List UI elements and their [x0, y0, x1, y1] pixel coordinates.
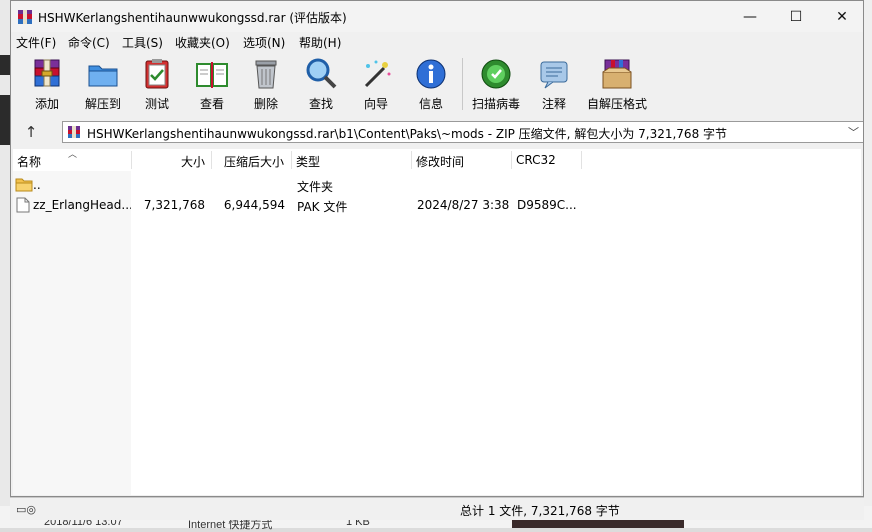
row-size: 7,321,768 [143, 198, 205, 212]
sfx-button[interactable]: 自解压格式 [584, 56, 650, 114]
row-name: .. [33, 178, 41, 192]
col-packed[interactable]: 压缩后大小 [224, 153, 284, 170]
delete-label: 删除 [253, 97, 278, 111]
menu-bar: 文件(F) 命令(C) 工具(S) 收藏夹(O) 选项(N) 帮助(H) [11, 32, 863, 52]
col-crc[interactable]: CRC32 [516, 153, 556, 167]
row-type: 文件夹 [297, 180, 334, 194]
col-type[interactable]: 类型 [296, 153, 320, 170]
sfx-label: 自解压格式 [586, 97, 647, 111]
drive-icon[interactable]: ▭◎ [16, 503, 36, 516]
row-modified: 2024/8/27 3:38 [417, 198, 510, 212]
menu-options[interactable]: 选项(N) [243, 34, 285, 51]
magnifier-icon [306, 58, 337, 89]
column-divider[interactable] [581, 151, 582, 169]
winrar-app-icon [18, 10, 32, 24]
column-divider[interactable] [411, 151, 412, 169]
sfx-box-icon [602, 59, 632, 89]
wizard-wand-icon [364, 60, 391, 88]
find-label: 查找 [308, 97, 333, 111]
wizard-button[interactable]: 向导 [350, 56, 402, 114]
menu-help[interactable]: 帮助(H) [299, 34, 341, 51]
column-divider[interactable] [291, 151, 292, 169]
status-text: 总计 1 文件, 7,321,768 字节 [460, 504, 620, 518]
col-size[interactable]: 大小 [181, 153, 205, 170]
address-bar: ↑ HSHWKerlangshentihaunwwukongssd.rar\b1… [11, 118, 863, 146]
status-bar: ▭◎ 总计 1 文件, 7,321,768 字节 [10, 497, 864, 520]
path-field[interactable]: HSHWKerlangshentihaunwwukongssd.rar\b1\C… [62, 121, 863, 143]
virus-scan-button[interactable]: 扫描病毒 [468, 56, 524, 114]
close-button[interactable]: ✕ [819, 1, 863, 32]
extract-to-label: 解压到 [84, 97, 121, 111]
column-divider[interactable] [131, 151, 132, 169]
comment-button[interactable]: 注释 [528, 56, 580, 114]
file-icon [16, 197, 30, 213]
maximize-button[interactable]: ☐ [773, 1, 819, 32]
view-button[interactable]: 查看 [186, 56, 238, 114]
column-divider[interactable] [211, 151, 212, 169]
col-modified[interactable]: 修改时间 [416, 153, 464, 170]
archive-icon [68, 126, 80, 138]
desktop-right-strip [864, 0, 872, 528]
file-list: ︿ 名称 大小 压缩后大小 类型 修改时间 CRC32 .. 文件夹 zz_Er… [13, 149, 861, 495]
column-header: ︿ 名称 大小 压缩后大小 类型 修改时间 CRC32 [13, 149, 861, 171]
desktop-fragment [0, 55, 10, 75]
extract-folder-icon [88, 65, 118, 87]
title-bar[interactable]: HSHWKerlangshentihaunwwukongssd.rar (评估版… [11, 1, 863, 32]
virus-scan-label: 扫描病毒 [471, 97, 520, 111]
table-row[interactable]: .. 文件夹 [13, 175, 861, 195]
wizard-label: 向导 [363, 97, 388, 111]
up-folder-button[interactable]: ↑ [19, 121, 43, 143]
comment-label: 注释 [541, 97, 566, 111]
menu-commands[interactable]: 命令(C) [68, 34, 110, 51]
extract-to-button[interactable]: 解压到 [77, 56, 129, 114]
view-label: 查看 [199, 97, 224, 111]
delete-button[interactable]: 删除 [240, 56, 292, 114]
toolbar-separator [462, 58, 463, 110]
row-name: zz_ErlangHead... [33, 198, 131, 212]
info-label: 信息 [418, 97, 443, 111]
test-button[interactable]: 测试 [131, 56, 183, 114]
desktop-left-strip [0, 0, 10, 528]
add-archive-icon [34, 59, 60, 87]
desktop-fragment [0, 95, 10, 145]
menu-tools[interactable]: 工具(S) [122, 34, 163, 51]
menu-file[interactable]: 文件(F) [16, 34, 56, 51]
test-clipboard-icon [145, 59, 169, 89]
minimize-button[interactable]: — [727, 1, 773, 32]
row-packed: 6,944,594 [223, 198, 285, 212]
comment-icon [540, 61, 568, 89]
col-name[interactable]: 名称 [17, 153, 41, 170]
add-button[interactable]: 添加 [21, 56, 73, 114]
sort-asc-icon: ︿ [68, 150, 78, 160]
info-icon [416, 59, 446, 89]
test-label: 测试 [144, 97, 169, 111]
menu-favorites[interactable]: 收藏夹(O) [175, 34, 230, 51]
trash-icon [255, 60, 277, 89]
table-row[interactable]: zz_ErlangHead... 7,321,768 6,944,594 PAK… [13, 195, 861, 215]
row-crc: D9589C... [517, 198, 577, 212]
row-type: PAK 文件 [297, 200, 348, 214]
find-button[interactable]: 查找 [295, 56, 347, 114]
window-title: HSHWKerlangshentihaunwwukongssd.rar (评估版… [38, 11, 347, 25]
folder-icon [15, 178, 33, 192]
name-column-shade [13, 171, 131, 495]
column-divider[interactable] [511, 151, 512, 169]
chevron-down-icon[interactable]: ﹀ [848, 124, 859, 140]
winrar-window: HSHWKerlangshentihaunwwukongssd.rar (评估版… [10, 0, 864, 497]
toolbar: 添加 解压到 测试 查看 删除 查找 向导 信息 扫描病毒 注释 自解压格式 [11, 52, 863, 116]
info-button[interactable]: 信息 [405, 56, 457, 114]
virus-scan-icon [481, 59, 511, 89]
view-book-icon [196, 62, 228, 88]
add-label: 添加 [34, 97, 59, 111]
path-text: HSHWKerlangshentihaunwwukongssd.rar\b1\C… [87, 127, 728, 141]
